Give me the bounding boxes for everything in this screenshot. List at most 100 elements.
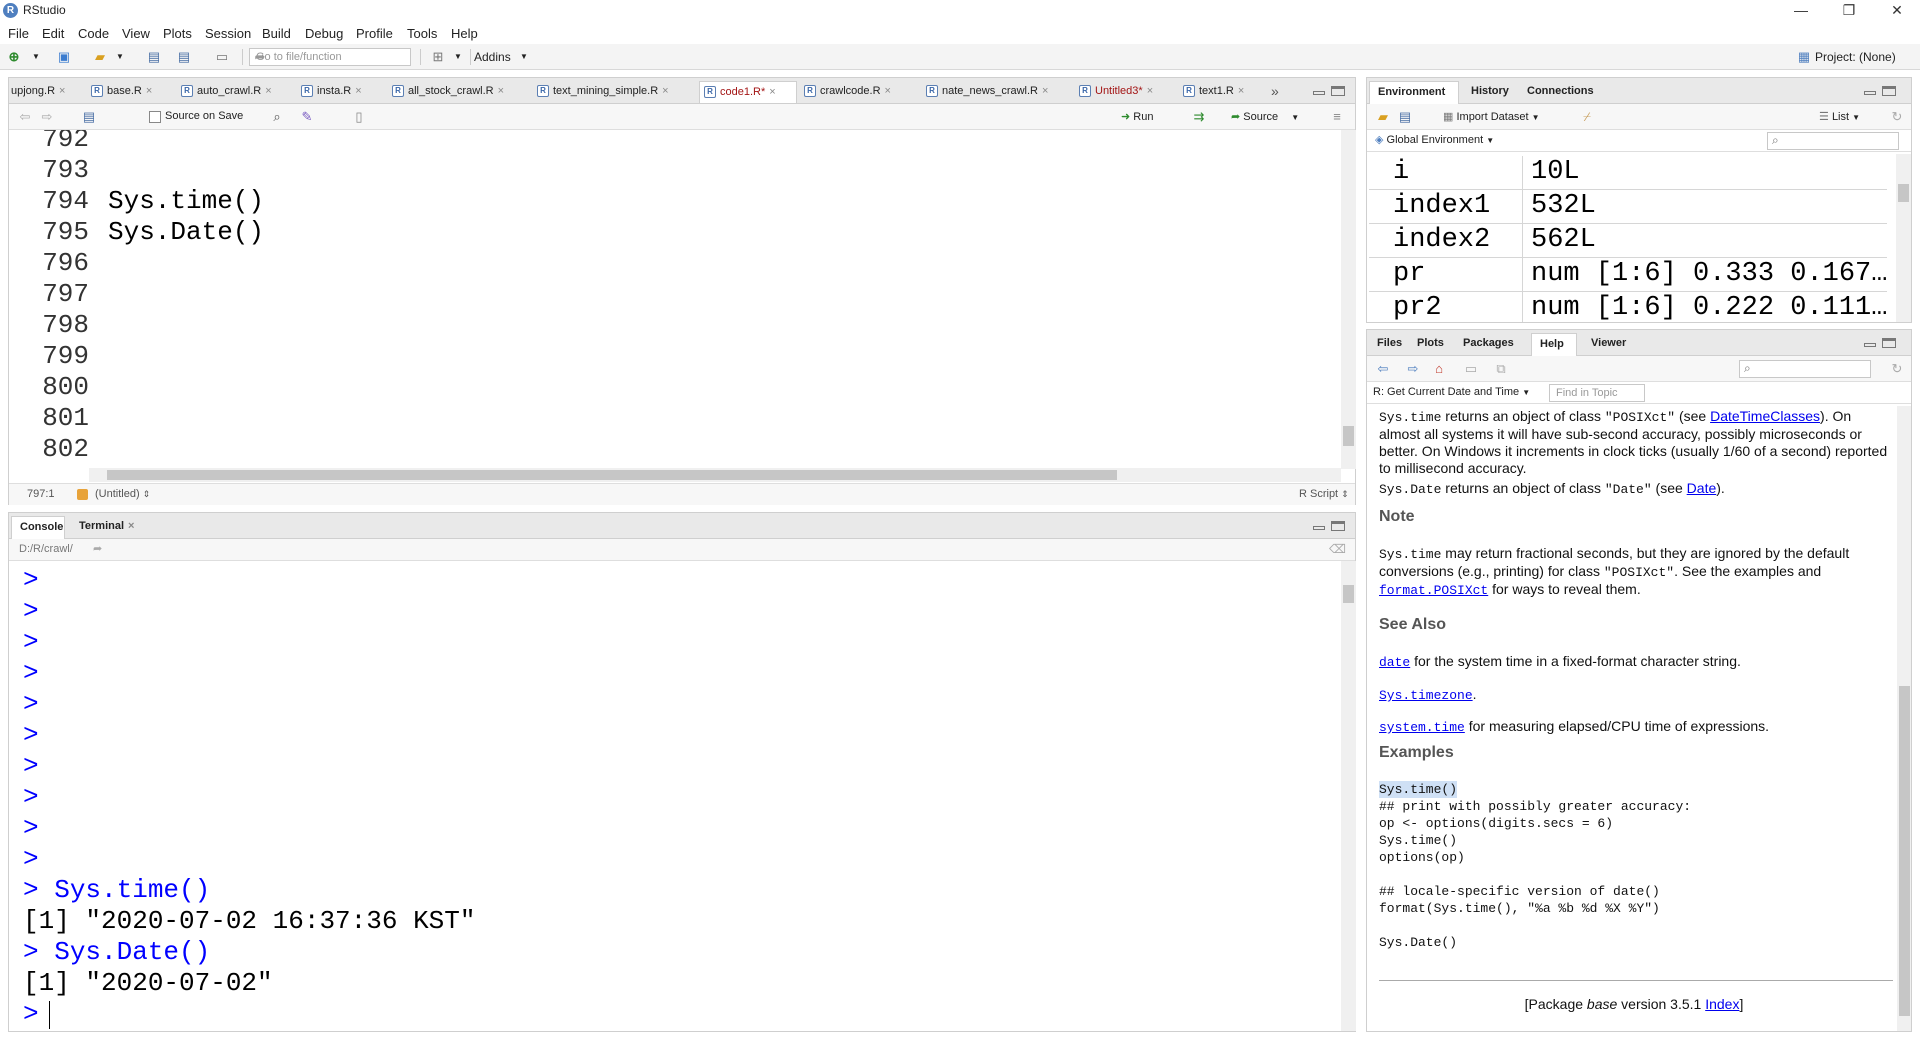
save-icon[interactable]: ▤ xyxy=(146,49,162,65)
pane-minmax-icon[interactable] xyxy=(1313,521,1345,531)
menu-session[interactable]: Session xyxy=(205,26,251,41)
goto-directory-icon[interactable]: ➦ xyxy=(93,542,102,555)
search-icon[interactable]: ⌕ xyxy=(269,109,285,125)
tab-packages[interactable]: Packages xyxy=(1455,333,1514,355)
tab-console[interactable]: Console xyxy=(11,516,65,539)
tab-all-stock-crawl[interactable]: Rall_stock_crawl.R × xyxy=(388,81,504,103)
editor-horizontal-scrollbar[interactable] xyxy=(89,468,1341,482)
addins-menu[interactable]: Addins xyxy=(474,50,511,64)
tab-terminal[interactable]: Terminal × xyxy=(71,516,134,538)
tab-environment[interactable]: Environment xyxy=(1369,81,1459,104)
run-button[interactable]: ➜ Run xyxy=(1121,110,1153,123)
link-index[interactable]: Index xyxy=(1705,996,1739,1012)
environment-row[interactable]: pr num [1:6] 0.333 0.167… xyxy=(1369,258,1887,292)
document-outline-icon[interactable]: ≡ xyxy=(1329,109,1345,125)
magic-wand-icon[interactable]: ✎ xyxy=(299,109,315,125)
tab-text1[interactable]: Rtext1.R × xyxy=(1179,81,1244,103)
menu-help[interactable]: Help xyxy=(451,26,478,41)
tab-files[interactable]: Files xyxy=(1369,333,1402,355)
tab-nate-news-crawl[interactable]: Rnate_news_crawl.R × xyxy=(922,81,1048,103)
import-dataset-button[interactable]: ▦ Import Dataset ▼ xyxy=(1443,110,1540,123)
environment-row[interactable]: i 10L xyxy=(1369,156,1887,190)
save-all-icon[interactable]: ▤ xyxy=(176,49,192,65)
find-in-topic-input[interactable]: Find in Topic xyxy=(1549,384,1645,402)
tab-auto-crawl[interactable]: Rauto_crawl.R × xyxy=(177,81,272,103)
menu-debug[interactable]: Debug xyxy=(305,26,343,41)
pane-minmax-icon[interactable] xyxy=(1864,86,1896,96)
goto-file-input[interactable]: Go to file/function xyxy=(249,48,411,66)
forward-arrow-icon[interactable]: ⇨ xyxy=(1405,361,1421,377)
rerun-icon[interactable]: ⇉ xyxy=(1191,109,1207,125)
tab-help[interactable]: Help xyxy=(1531,333,1577,356)
tab-untitled3[interactable]: R Untitled3* × xyxy=(1075,81,1153,103)
environment-search-input[interactable]: ⌕ xyxy=(1767,132,1899,150)
back-arrow-icon[interactable]: ⇦ xyxy=(1375,361,1391,377)
new-file-icon[interactable]: ⊕ xyxy=(6,49,22,65)
link-datetimeclasses[interactable]: DateTimeClasses xyxy=(1710,408,1820,424)
filetype-menu[interactable]: R Script ⇕ xyxy=(1299,488,1349,500)
maximize-button[interactable]: ❐ xyxy=(1826,0,1872,22)
save-icon[interactable]: ▤ xyxy=(81,109,97,125)
tab-plots[interactable]: Plots xyxy=(1409,333,1444,355)
menu-edit[interactable]: Edit xyxy=(42,26,64,41)
menu-file[interactable]: File xyxy=(8,26,29,41)
tab-upjong[interactable]: upjong.R × xyxy=(9,81,65,103)
environment-row[interactable]: index2 562L xyxy=(1369,224,1887,258)
console-output[interactable]: > > > > > > > > > > > Sys.time() [1] "20… xyxy=(9,561,1341,1031)
menu-plots[interactable]: Plots xyxy=(163,26,192,41)
menu-tools[interactable]: Tools xyxy=(407,26,437,41)
menu-profile[interactable]: Profile xyxy=(356,26,393,41)
minimize-button[interactable]: — xyxy=(1778,0,1824,22)
link-sys-timezone[interactable]: Sys.timezone xyxy=(1379,688,1473,703)
tab-base[interactable]: Rbase.R × xyxy=(87,81,152,103)
pane-minmax-icon[interactable] xyxy=(1864,338,1896,348)
scope-menu[interactable]: (Untitled) ⇕ xyxy=(95,488,150,500)
link-system-time[interactable]: system.time xyxy=(1379,720,1465,735)
console-input-line[interactable]: > xyxy=(23,999,39,1029)
clear-console-icon[interactable]: ⌫ xyxy=(1329,542,1346,556)
load-workspace-icon[interactable]: ▰ xyxy=(1375,109,1391,125)
link-format-posixct[interactable]: format.POSIXct xyxy=(1379,583,1488,598)
console-vertical-scrollbar[interactable] xyxy=(1341,561,1356,1031)
link-date-class[interactable]: Date xyxy=(1687,480,1717,496)
menu-code[interactable]: Code xyxy=(78,26,109,41)
tab-history[interactable]: History xyxy=(1463,81,1509,103)
global-environment-menu[interactable]: ◈ Global Environment ▼ xyxy=(1375,133,1494,146)
broom-icon[interactable]: ⌿ xyxy=(1579,109,1595,125)
help-search-input[interactable]: ⌕ xyxy=(1739,360,1871,378)
menu-build[interactable]: Build xyxy=(262,26,291,41)
source-on-save-checkbox[interactable] xyxy=(149,111,161,123)
project-menu[interactable]: Project: (None) xyxy=(1815,50,1896,64)
tab-code1[interactable]: Rcode1.R* × xyxy=(699,81,797,103)
print-icon[interactable]: ▭ xyxy=(214,49,230,65)
popout-icon[interactable]: ⧉ xyxy=(1493,361,1509,377)
pane-minmax-icon[interactable] xyxy=(1313,86,1345,96)
menu-view[interactable]: View xyxy=(122,26,150,41)
print-icon[interactable]: ▭ xyxy=(1463,361,1479,377)
help-topic-menu[interactable]: R: Get Current Date and Time ▼ xyxy=(1373,386,1530,398)
more-tabs-icon[interactable]: » xyxy=(1271,83,1279,99)
refresh-icon[interactable]: ↻ xyxy=(1889,361,1905,377)
help-vertical-scrollbar[interactable] xyxy=(1897,406,1911,1031)
link-date[interactable]: date xyxy=(1379,655,1410,670)
compile-report-icon[interactable]: ▯ xyxy=(351,109,367,125)
tab-connections[interactable]: Connections xyxy=(1519,81,1594,103)
chevron-down-icon[interactable]: ▼ xyxy=(112,49,128,65)
environment-row[interactable]: index1 532L xyxy=(1369,190,1887,224)
grid-layout-icon[interactable]: ⊞ xyxy=(430,49,446,65)
editor-vertical-scrollbar[interactable] xyxy=(1341,130,1356,469)
new-project-icon[interactable]: ▣ xyxy=(56,49,72,65)
back-arrow-icon[interactable]: ⇦ xyxy=(17,109,33,125)
chevron-down-icon[interactable]: ▼ xyxy=(28,49,44,65)
tab-crawlcode[interactable]: Rcrawlcode.R × xyxy=(800,81,891,103)
chevron-down-icon[interactable]: ▼ xyxy=(450,49,466,65)
chevron-down-icon[interactable]: ▼ xyxy=(516,49,532,65)
close-button[interactable]: ✕ xyxy=(1874,0,1920,22)
tab-insta[interactable]: Rinsta.R × xyxy=(297,81,362,103)
tab-text-mining-simple[interactable]: Rtext_mining_simple.R × xyxy=(533,81,669,103)
forward-arrow-icon[interactable]: ⇨ xyxy=(39,109,55,125)
refresh-icon[interactable]: ↻ xyxy=(1889,109,1905,125)
list-view-menu[interactable]: ☰ List ▼ xyxy=(1819,110,1860,123)
source-button[interactable]: ➦ Source ▼ xyxy=(1231,110,1299,123)
open-folder-icon[interactable]: ▰ xyxy=(92,49,108,65)
